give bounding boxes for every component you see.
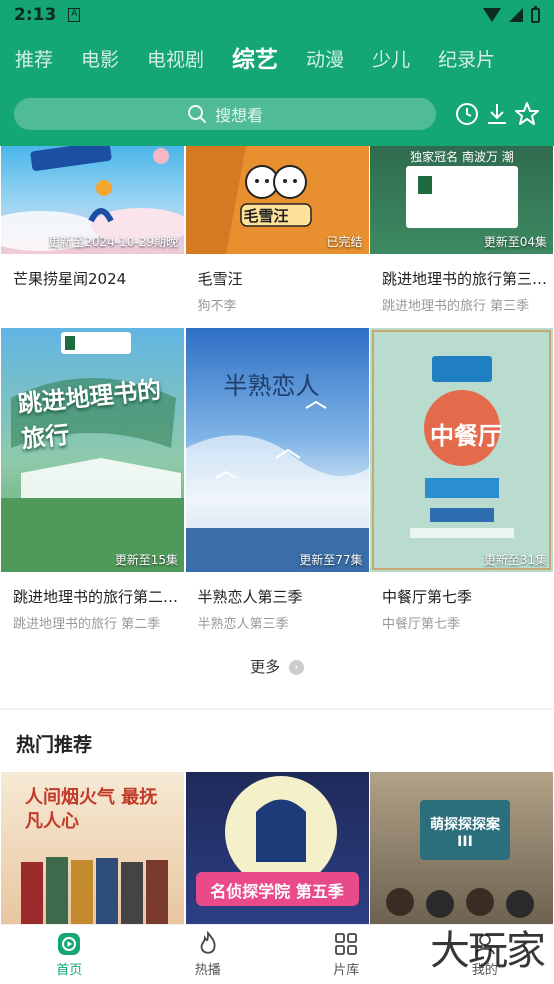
hot-card[interactable]: 名侦探学院 第五季 bbox=[185, 772, 369, 924]
program-card[interactable]: 半熟恋人 更新至77集 半熟恋人第三季 半熟恋人第三季 bbox=[185, 328, 369, 632]
poster-image: 半熟恋人 更新至77集 bbox=[185, 328, 369, 572]
poster-title-text: 萌探探探案 III bbox=[430, 817, 500, 850]
poster-title-text: 名侦探学院 第五季 bbox=[210, 882, 344, 901]
program-title: 跳进地理书的旅行第三… bbox=[382, 270, 548, 288]
search-icon bbox=[187, 105, 206, 123]
search-input[interactable]: 搜想看 bbox=[14, 98, 436, 130]
episode-badge: 更新至77集 bbox=[299, 553, 363, 567]
grid-row-2: 跳进地理书的旅行 更新至15集 跳进地理书的旅行第二… 跳进地理书的旅行 第二季… bbox=[0, 328, 554, 632]
grid-row-1: 更新至2024-10-29期晚 芒果捞星闻2024 毛雪汪 已完结 毛雪汪 狗不… bbox=[0, 146, 554, 314]
program-card[interactable]: 跳进地理书的旅行 更新至15集 跳进地理书的旅行第二… 跳进地理书的旅行 第二季 bbox=[1, 328, 184, 632]
category-tabs: 推荐 电影 电视剧 综艺 动漫 少儿 纪录片 bbox=[0, 30, 554, 82]
wifi-icon bbox=[483, 8, 501, 22]
episode-badge: 更新至2024-10-29期晚 bbox=[48, 235, 178, 249]
program-title: 跳进地理书的旅行第二… bbox=[13, 588, 179, 606]
poster-title-text: 独家冠名 南波万 潮流服饰 bbox=[410, 150, 514, 182]
more-button[interactable]: 更多 › bbox=[0, 656, 554, 677]
episode-badge: 更新至15集 bbox=[114, 553, 178, 567]
program-card[interactable]: 中餐厅 更新至31集 中餐厅第七季 中餐厅第七季 bbox=[370, 328, 553, 632]
download-icon[interactable] bbox=[484, 101, 510, 127]
more-label: 更多 bbox=[250, 658, 281, 676]
episode-badge: 已完结 bbox=[326, 235, 363, 249]
poster-title-text: 半熟恋人 bbox=[223, 372, 320, 400]
tab-kids[interactable]: 少儿 bbox=[372, 45, 410, 82]
program-title: 半熟恋人第三季 bbox=[197, 588, 303, 606]
tab-recommend[interactable]: 推荐 bbox=[15, 45, 53, 82]
poster-title-text: 人间烟火气 最抚凡人心 bbox=[25, 787, 158, 832]
battery-icon bbox=[531, 5, 540, 23]
program-title: 中餐厅第七季 bbox=[382, 588, 473, 606]
tab-anime[interactable]: 动漫 bbox=[306, 45, 344, 82]
program-subtitle: 跳进地理书的旅行 第三季 bbox=[382, 299, 530, 314]
program-subtitle: 半熟恋人第三季 bbox=[197, 617, 289, 632]
hot-row: 人间烟火气 最抚凡人心 名侦探学院 第五季 萌探探探案 III bbox=[0, 772, 554, 924]
tab-tv[interactable]: 电视剧 bbox=[147, 45, 204, 82]
nav-home[interactable]: 首页 bbox=[0, 925, 139, 984]
poster-image: 萌探探探案 III bbox=[370, 772, 553, 924]
grid-icon bbox=[335, 933, 358, 955]
program-title: 毛雪汪 bbox=[197, 270, 243, 288]
poster-title-text: 中餐厅 bbox=[430, 422, 502, 450]
search-placeholder: 搜想看 bbox=[214, 106, 263, 125]
poster-image: 名侦探学院 第五季 bbox=[185, 772, 369, 924]
program-title: 芒果捞星闻2024 bbox=[13, 270, 127, 288]
poster-image: 毛雪汪 已完结 bbox=[185, 146, 369, 254]
signal-icon bbox=[509, 8, 523, 22]
notification-icon: A bbox=[68, 8, 81, 22]
nav-library[interactable]: 片库 bbox=[277, 925, 416, 984]
poster-image: 跳进地理书的旅行 更新至15集 bbox=[1, 328, 184, 572]
history-icon[interactable] bbox=[454, 101, 480, 127]
tab-movies[interactable]: 电影 bbox=[81, 45, 119, 82]
program-card[interactable]: 毛雪汪 已完结 毛雪汪 狗不李 bbox=[185, 146, 369, 314]
status-time: 2:13 bbox=[14, 5, 57, 25]
hot-card[interactable]: 人间烟火气 最抚凡人心 bbox=[1, 772, 184, 924]
tab-variety[interactable]: 综艺 bbox=[232, 40, 278, 82]
program-card[interactable]: 更新至2024-10-29期晚 芒果捞星闻2024 bbox=[1, 146, 184, 314]
section-title: 热门推荐 bbox=[16, 734, 93, 756]
poster-image: 人间烟火气 最抚凡人心 bbox=[1, 772, 184, 924]
poster-image: 中餐厅 更新至31集 bbox=[370, 328, 553, 572]
nav-hot[interactable]: 热播 bbox=[139, 925, 278, 984]
program-subtitle: 狗不李 bbox=[197, 299, 237, 314]
app-header: 2:13 A 推荐 电影 电视剧 综艺 动漫 少儿 纪录片 搜想看 bbox=[0, 0, 554, 146]
nav-hot-label: 热播 bbox=[194, 963, 221, 978]
chevron-right-icon: › bbox=[288, 660, 304, 675]
watermark-logo: 大玩家 bbox=[430, 928, 546, 974]
section-divider bbox=[0, 708, 554, 710]
program-subtitle: 中餐厅第七季 bbox=[382, 617, 461, 632]
poster-image: 独家冠名 南波万 潮流服饰 更新至04集 bbox=[370, 146, 553, 254]
hot-card[interactable]: 萌探探探案 III bbox=[370, 772, 553, 924]
nav-home-label: 首页 bbox=[56, 963, 83, 978]
status-bar: 2:13 A bbox=[0, 0, 554, 30]
poster-image: 更新至2024-10-29期晚 bbox=[1, 146, 184, 254]
episode-badge: 更新至04集 bbox=[483, 235, 547, 249]
nav-library-label: 片库 bbox=[333, 963, 360, 978]
tab-documentary[interactable]: 纪录片 bbox=[438, 45, 495, 82]
program-card[interactable]: 独家冠名 南波万 潮流服饰 更新至04集 跳进地理书的旅行第三… 跳进地理书的旅… bbox=[370, 146, 553, 314]
poster-title-text: 毛雪汪 bbox=[243, 207, 289, 225]
favorite-icon[interactable] bbox=[514, 101, 540, 127]
program-subtitle: 跳进地理书的旅行 第二季 bbox=[13, 617, 161, 632]
flame-icon bbox=[200, 931, 216, 954]
home-play-icon bbox=[58, 933, 81, 955]
episode-badge: 更新至31集 bbox=[483, 553, 547, 567]
